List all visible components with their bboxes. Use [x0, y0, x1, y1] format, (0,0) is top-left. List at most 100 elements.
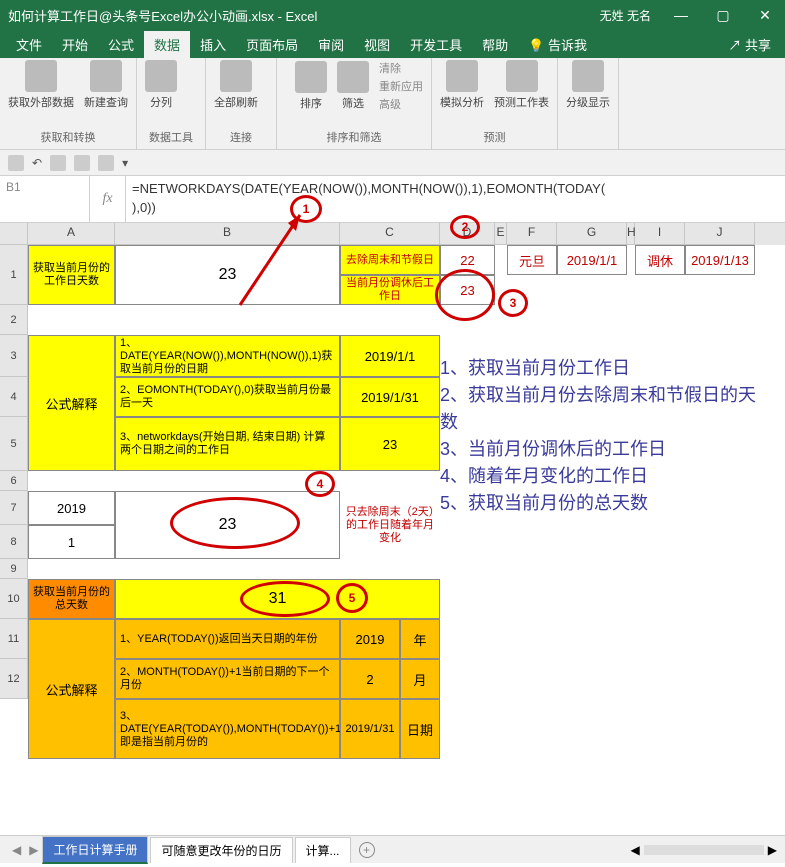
col-header-G[interactable]: G — [557, 223, 627, 245]
cell-B10b[interactable]: 2、MONTH(TODAY())+1当前日期的下一个月份 — [115, 659, 340, 699]
col-header-A[interactable]: A — [28, 223, 115, 245]
tab-data[interactable]: 数据 — [144, 31, 190, 58]
col-header-H[interactable]: H — [627, 223, 635, 245]
cell-A1[interactable]: 获取当前月份的工作日天数 — [28, 245, 115, 305]
select-all-corner[interactable] — [0, 223, 28, 245]
red-oval-D — [435, 269, 495, 321]
minimize-button[interactable]: — — [669, 7, 693, 23]
forecast-sheet-button[interactable]: 预测工作表 — [494, 60, 549, 110]
cell-C10c[interactable]: 2019/1/31 — [340, 699, 400, 759]
row-header-4[interactable]: 4 — [0, 377, 28, 417]
cell-C1[interactable]: 去除周末和节假日 — [340, 245, 440, 275]
restore-button[interactable]: ▢ — [711, 7, 735, 24]
qat-dropdown-icon[interactable]: ▾ — [122, 156, 128, 170]
formula-bar-input[interactable]: =NETWORKDAYS(DATE(YEAR(NOW()),MONTH(NOW(… — [126, 176, 785, 222]
scroll-left-icon[interactable]: ◀ — [631, 843, 640, 857]
text-to-columns-button[interactable]: 分列 — [145, 60, 177, 110]
get-external-data-button[interactable]: 获取外部数据 — [8, 60, 74, 110]
qat-sortasc-icon[interactable] — [50, 155, 66, 171]
row-header-7[interactable]: 7 — [0, 491, 28, 525]
tab-tellme[interactable]: 💡 告诉我 — [518, 31, 597, 58]
row-header-2[interactable]: 2 — [0, 305, 28, 335]
new-query-label: 新建查询 — [84, 94, 128, 110]
col-header-J[interactable]: J — [685, 223, 755, 245]
cell-A7[interactable]: 1 — [28, 525, 115, 559]
cell-D10a[interactable]: 年 — [400, 619, 440, 659]
cell-A10[interactable]: 公式解释 — [28, 619, 115, 759]
cell-I1[interactable]: 调休 — [635, 245, 685, 275]
row-header-10[interactable]: 10 — [0, 579, 28, 619]
new-query-button[interactable]: 新建查询 — [84, 60, 128, 110]
row-header-11[interactable]: 11 — [0, 619, 28, 659]
cell-B3b[interactable]: 2、EOMONTH(TODAY(),0)获取当前月份最后一天 — [115, 377, 340, 417]
tab-review[interactable]: 审阅 — [308, 31, 354, 58]
tab-view[interactable]: 视图 — [354, 31, 400, 58]
cell-C10b[interactable]: 2 — [340, 659, 400, 699]
cell-J1[interactable]: 2019/1/13 — [685, 245, 755, 275]
cell-C3b[interactable]: 2019/1/31 — [340, 377, 440, 417]
advanced-filter-button[interactable]: 高级 — [379, 96, 401, 112]
tab-insert[interactable]: 插入 — [190, 31, 236, 58]
new-sheet-button[interactable]: + — [359, 842, 375, 858]
sheet-tab-2[interactable]: 可随意更改年份的日历 — [150, 837, 292, 863]
tab-file[interactable]: 文件 — [6, 31, 52, 58]
cell-C2[interactable]: 当前月份调休后工作日 — [340, 275, 440, 305]
whatif-button[interactable]: 模拟分析 — [440, 60, 484, 110]
cell-F1[interactable]: 元旦 — [507, 245, 557, 275]
sheet-nav-next[interactable]: ▶ — [25, 843, 42, 857]
fx-icon[interactable]: fx — [102, 191, 112, 207]
cell-A8[interactable]: 获取当前月份的总天数 — [28, 579, 115, 619]
col-header-F[interactable]: F — [507, 223, 557, 245]
close-button[interactable]: ✕ — [753, 7, 777, 24]
cell-C6[interactable]: 只去除周末（2天）的工作日随着年月变化 — [340, 491, 440, 559]
col-header-I[interactable]: I — [635, 223, 685, 245]
group-label-connections: 连接 — [230, 129, 252, 147]
sheet-tab-3[interactable]: 计算... — [295, 837, 351, 863]
cell-C10a[interactable]: 2019 — [340, 619, 400, 659]
row-header-12[interactable]: 12 — [0, 659, 28, 699]
col-header-E[interactable]: E — [495, 223, 507, 245]
annotation-1: 1、获取当前月份工作日 — [440, 355, 770, 382]
cell-D10b[interactable]: 月 — [400, 659, 440, 699]
scroll-right-icon[interactable]: ▶ — [768, 843, 777, 857]
cell-A3[interactable]: 公式解释 — [28, 335, 115, 471]
cell-B3c[interactable]: 3、networkdays(开始日期, 结束日期) 计算两个日期之间的工作日 — [115, 417, 340, 471]
tab-home[interactable]: 开始 — [52, 31, 98, 58]
row-header-5[interactable]: 5 — [0, 417, 28, 471]
row-header-6[interactable]: 6 — [0, 471, 28, 491]
name-box[interactable]: B1 — [0, 176, 90, 222]
sheet-nav-prev[interactable]: ◀ — [8, 843, 25, 857]
cell-B1[interactable]: 23 — [115, 245, 340, 305]
qat-save-icon[interactable] — [8, 155, 24, 171]
cell-A6[interactable]: 2019 — [28, 491, 115, 525]
row-header-3[interactable]: 3 — [0, 335, 28, 377]
tab-help[interactable]: 帮助 — [472, 31, 518, 58]
cell-B3a[interactable]: 1、DATE(YEAR(NOW()),MONTH(NOW()),1)获取当前月份… — [115, 335, 340, 377]
qat-undo-icon[interactable]: ↶ — [32, 156, 42, 170]
cell-C3a[interactable]: 2019/1/1 — [340, 335, 440, 377]
sort-button[interactable]: 排序 — [295, 61, 327, 111]
reapply-filter-button[interactable]: 重新应用 — [379, 78, 423, 94]
clear-filter-button[interactable]: 清除 — [379, 60, 401, 76]
cell-D10c[interactable]: 日期 — [400, 699, 440, 759]
outline-button[interactable]: 分级显示 — [566, 60, 610, 110]
sheet-tab-1[interactable]: 工作日计算手册 — [42, 836, 148, 864]
row-header-8[interactable]: 8 — [0, 525, 28, 559]
qat-chart-icon[interactable] — [98, 155, 114, 171]
cell-C3c[interactable]: 23 — [340, 417, 440, 471]
tab-formulas[interactable]: 公式 — [98, 31, 144, 58]
filter-button[interactable]: 筛选 — [337, 61, 369, 111]
row-header-9[interactable]: 9 — [0, 559, 28, 579]
tab-devtools[interactable]: 开发工具 — [400, 31, 472, 58]
col-header-B[interactable]: B — [115, 223, 340, 245]
qat-print-icon[interactable] — [74, 155, 90, 171]
share-button[interactable]: ↗ 共享 — [720, 31, 779, 58]
horizontal-scrollbar[interactable] — [644, 845, 764, 855]
cell-B10a[interactable]: 1、YEAR(TODAY())返回当天日期的年份 — [115, 619, 340, 659]
cell-G1[interactable]: 2019/1/1 — [557, 245, 627, 275]
col-header-C[interactable]: C — [340, 223, 440, 245]
refresh-all-button[interactable]: 全部刷新 — [214, 60, 258, 110]
tab-pagelayout[interactable]: 页面布局 — [236, 31, 308, 58]
cell-B10c[interactable]: 3、DATE(YEAR(TODAY()),MONTH(TODAY())+1,0)… — [115, 699, 340, 759]
row-header-1[interactable]: 1 — [0, 245, 28, 305]
